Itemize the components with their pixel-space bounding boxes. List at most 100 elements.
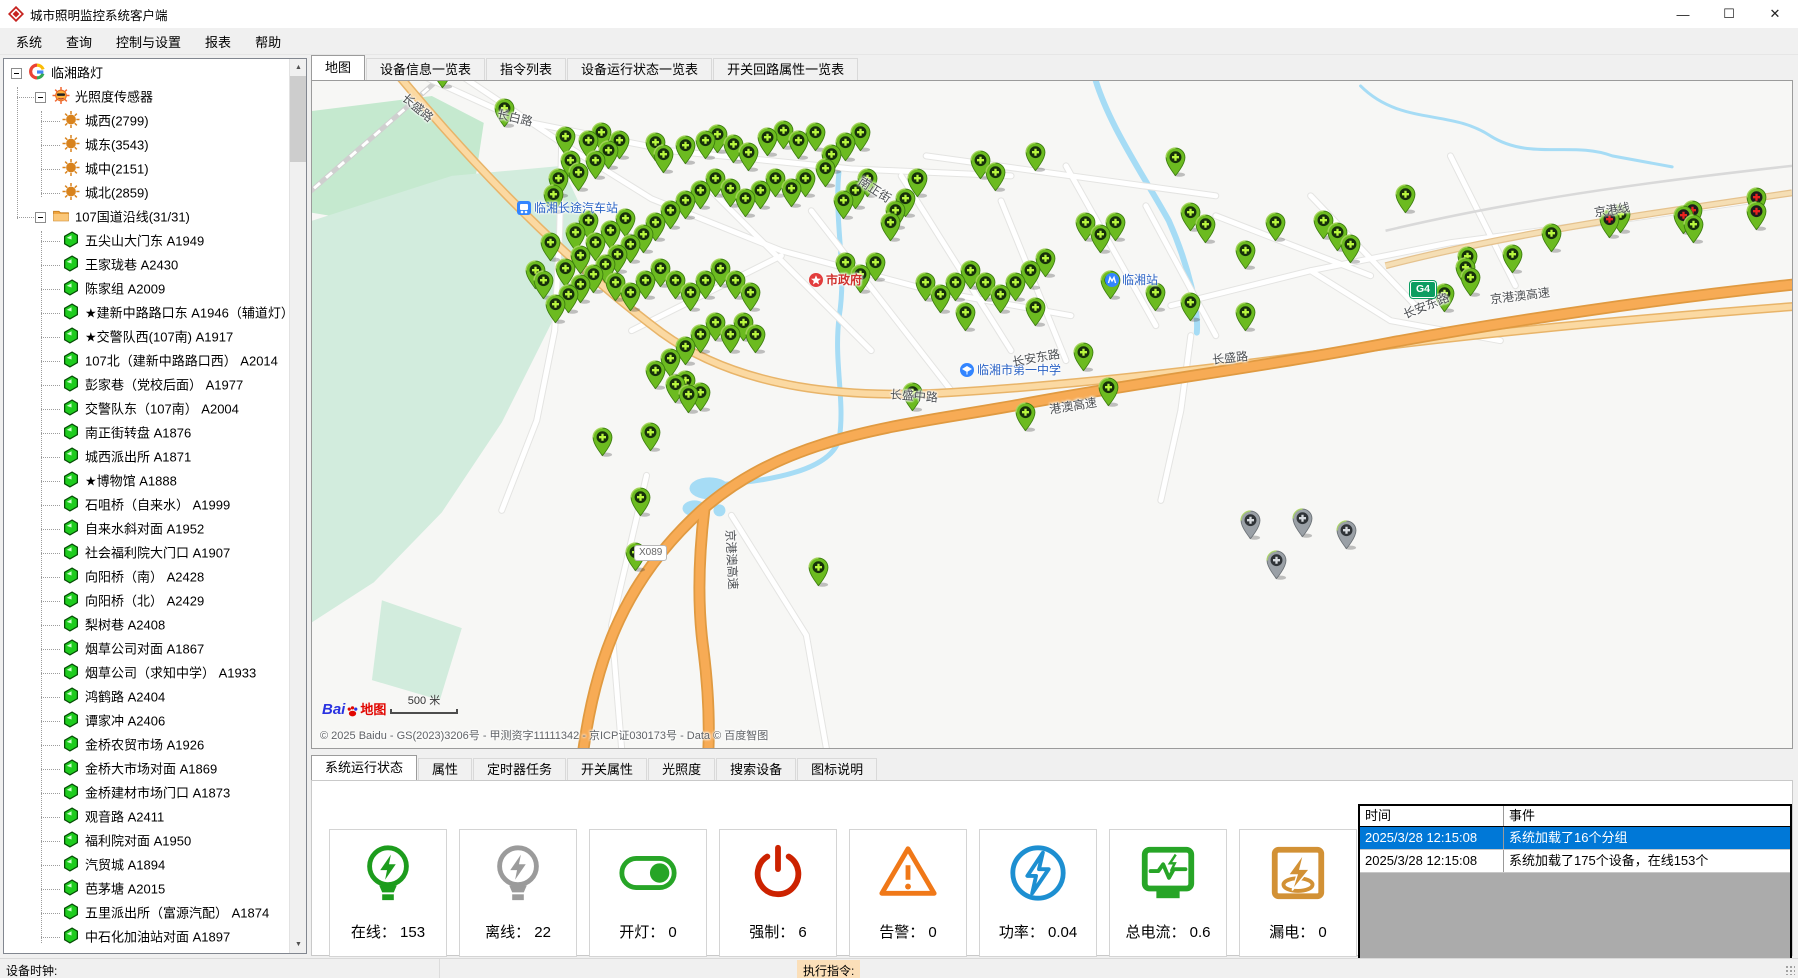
collapse-icon[interactable]: [35, 212, 46, 223]
tree-item-label: 光照度传感器: [75, 90, 153, 105]
tree-item-label: 石咀桥（自来水） A1999: [85, 498, 230, 513]
road-label: 长盛路: [1211, 347, 1249, 368]
resize-grip-icon[interactable]: [1785, 965, 1795, 975]
tree-item-A1946（辅道灯）[interactable]: ★建新中路路口东 A1946（辅道灯）: [4, 301, 289, 325]
event-log-table[interactable]: 时间事件2025/3/28 12:15:08系统加载了16个分组2025/3/2…: [1358, 804, 1792, 972]
tree-item-A1950[interactable]: 福利院对面 A1950: [4, 829, 289, 853]
tree-item-A2014[interactable]: 107北（建新中路路口西） A2014: [4, 349, 289, 373]
tree-item-A2429[interactable]: 向阳桥（北） A2429: [4, 589, 289, 613]
bottom-tab-4[interactable]: 光照度: [648, 758, 715, 780]
bottom-tab-0[interactable]: 系统运行状态: [311, 755, 417, 780]
device-icon: [62, 927, 80, 944]
tree-item-label: 向阳桥（南） A2428: [85, 570, 204, 585]
event-row-0[interactable]: 2025/3/28 12:15:08系统加载了16个分组: [1360, 827, 1790, 850]
highway-badge-G4: G4: [1410, 281, 1436, 298]
tree-item-光照度传感器[interactable]: 光照度传感器: [4, 85, 289, 109]
maximize-button[interactable]: ☐: [1706, 0, 1752, 28]
scroll-up-icon[interactable]: ▲: [290, 59, 307, 76]
tree-item-A1894[interactable]: 汽贸城 A1894: [4, 853, 289, 877]
tree-item-A2404[interactable]: 鸿鹤路 A2404: [4, 685, 289, 709]
tree-item-A1999[interactable]: 石咀桥（自来水） A1999: [4, 493, 289, 517]
map-tab-3[interactable]: 设备运行状态一览表: [567, 58, 712, 80]
tree-item-A1869[interactable]: 金桥大市场对面 A1869: [4, 757, 289, 781]
tree-item-A1952[interactable]: 自来水斜对面 A1952: [4, 517, 289, 541]
tree-item-A1897[interactable]: 中石化加油站对面 A1897: [4, 925, 289, 949]
tree-item-A2009[interactable]: 陈家组 A2009: [4, 277, 289, 301]
tree-item-A1949[interactable]: 五尖山大门东 A1949: [4, 229, 289, 253]
tree-scrollbar[interactable]: ▲ ▼: [289, 59, 306, 953]
menu-3[interactable]: 报表: [195, 28, 241, 55]
tree-item-临湘路灯[interactable]: 临湘路灯: [4, 61, 289, 85]
tree-connector: [17, 217, 34, 218]
tree-item-A1876[interactable]: 南正街转盘 A1876: [4, 421, 289, 445]
tree-connector: [41, 337, 60, 338]
map-labels-layer: 长白路长盛路南正街临湘长途汽车站市政府临湘站临湘市第一中学长盛中路长盛路港澳高速…: [312, 81, 1792, 748]
tree-item-label: 谭家冲 A2406: [85, 714, 165, 729]
tree-item-城东(3543)[interactable]: 城东(3543): [4, 133, 289, 157]
tree-item-城中(2151)[interactable]: 城中(2151): [4, 157, 289, 181]
event-row-1[interactable]: 2025/3/28 12:15:08系统加载了175个设备，在线153个: [1360, 850, 1790, 873]
baidu-map[interactable]: 长白路长盛路南正街临湘长途汽车站市政府临湘站临湘市第一中学长盛中路长盛路港澳高速…: [312, 81, 1792, 748]
menu-4[interactable]: 帮助: [245, 28, 291, 55]
map-tab-1[interactable]: 设备信息一览表: [366, 58, 485, 80]
tree-item-A2004[interactable]: 交警队东（107南） A2004: [4, 397, 289, 421]
tree-item-label: 福利院对面 A1950: [85, 834, 191, 849]
menu-0[interactable]: 系统: [6, 28, 52, 55]
tree-connector: [41, 697, 60, 698]
scroll-down-icon[interactable]: ▼: [290, 936, 307, 953]
tree-item-A2411[interactable]: 观音路 A2411: [4, 805, 289, 829]
device-clock-label: 设备时钟:: [6, 962, 57, 978]
bottom-tab-5[interactable]: 搜索设备: [716, 758, 796, 780]
tree-item-A1907[interactable]: 社会福利院大门口 A1907: [4, 541, 289, 565]
col-time[interactable]: 时间: [1360, 806, 1504, 826]
tree-item-A1873[interactable]: 金桥建材市场门口 A1873: [4, 781, 289, 805]
close-button[interactable]: ✕: [1752, 0, 1798, 28]
minimize-button[interactable]: —: [1660, 0, 1706, 28]
tree-connector: [41, 889, 60, 890]
bottom-tab-3[interactable]: 开关属性: [567, 758, 647, 780]
tree-item-label: 交警队东（107南） A2004: [85, 402, 239, 417]
bottom-tab-2[interactable]: 定时器任务: [473, 758, 566, 780]
bottom-tab-1[interactable]: 属性: [418, 758, 472, 780]
tree-item-A2430[interactable]: 王家珑巷 A2430: [4, 253, 289, 277]
tree-item-A2408[interactable]: 梨树巷 A2408: [4, 613, 289, 637]
tree-item-A1874[interactable]: 五里派出所（富源汽配） A1874: [4, 901, 289, 925]
tree-connector: [41, 241, 60, 242]
scrollbar-thumb[interactable]: [290, 76, 307, 162]
tree-item-label: 鸿鹤路 A2404: [85, 690, 165, 705]
tree-item-A1933[interactable]: 烟草公司（求知中学） A1933: [4, 661, 289, 685]
map-tab-4[interactable]: 开关回路属性一览表: [713, 58, 858, 80]
tree-item-A1888[interactable]: ★博物馆 A1888: [4, 469, 289, 493]
tree-item-A2428[interactable]: 向阳桥（南） A2428: [4, 565, 289, 589]
tree-item-A1926[interactable]: 金桥农贸市场 A1926: [4, 733, 289, 757]
offline-icon: [487, 842, 549, 904]
tree-connector: [41, 673, 60, 674]
baidu-paw-icon: [346, 705, 359, 718]
menu-2[interactable]: 控制与设置: [106, 28, 191, 55]
tree-connector: [41, 721, 60, 722]
tree-item-城西(2799)[interactable]: 城西(2799): [4, 109, 289, 133]
app-window: 城市照明监控系统客户端 — ☐ ✕ 系统查询控制与设置报表帮助 临湘路灯光照度传…: [0, 0, 1798, 978]
tree-item-A2015[interactable]: 芭茅塘 A2015: [4, 877, 289, 901]
map-tab-2[interactable]: 指令列表: [486, 58, 566, 80]
gov-icon: [809, 273, 823, 287]
tree-connector: [17, 97, 34, 98]
tree-item-A1977[interactable]: 彭家巷（党校后面） A1977: [4, 373, 289, 397]
tree-item-107国道沿线(31/31)[interactable]: 107国道沿线(31/31): [4, 205, 289, 229]
title-bar: 城市照明监控系统客户端 — ☐ ✕: [0, 0, 1798, 28]
tree-item-A1871[interactable]: 城西派出所 A1871: [4, 445, 289, 469]
device-icon: [62, 687, 80, 704]
collapse-icon[interactable]: [11, 68, 22, 79]
tree-item-A1867[interactable]: 烟草公司对面 A1867: [4, 637, 289, 661]
device-icon: [62, 543, 80, 560]
map-tab-0[interactable]: 地图: [311, 55, 365, 80]
menu-1[interactable]: 查询: [56, 28, 102, 55]
tree-item-A1917[interactable]: ★交警队西(107南) A1917: [4, 325, 289, 349]
tree-connector: [41, 625, 60, 626]
collapse-icon[interactable]: [35, 92, 46, 103]
tree-item-A2406[interactable]: 谭家冲 A2406: [4, 709, 289, 733]
bottom-tab-6[interactable]: 图标说明: [797, 758, 877, 780]
tree-item-城北(2859)[interactable]: 城北(2859): [4, 181, 289, 205]
col-event[interactable]: 事件: [1504, 806, 1790, 826]
card-label: 在线： 153: [330, 921, 446, 942]
